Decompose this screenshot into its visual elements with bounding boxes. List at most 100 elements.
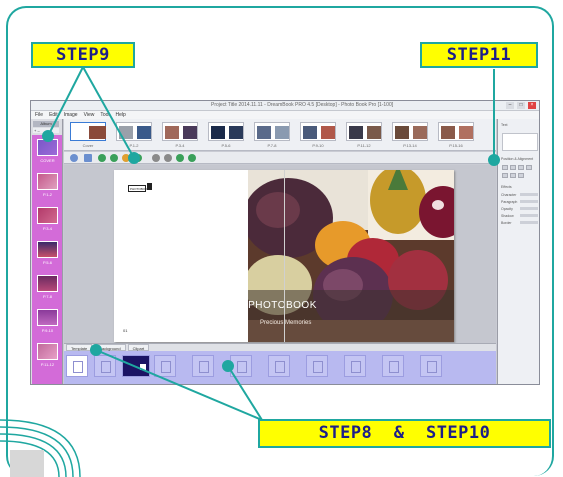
page-thumb-label: P.1-2 [42, 192, 53, 197]
cover-photo[interactable] [248, 170, 454, 342]
undo-icon[interactable] [70, 154, 78, 162]
align-bottom-button[interactable] [510, 173, 516, 178]
page-list-panel: Album + – COVER P.1-2 P.3-4 P.5-6 P.7-8 … [31, 119, 63, 384]
edit-toolbar [64, 152, 496, 164]
menu-bar: File Edit Image View Tool Help [31, 111, 539, 119]
tab-background[interactable]: Background [94, 344, 126, 351]
property-label: Opacity [501, 207, 513, 211]
prev-icon[interactable] [176, 154, 184, 162]
spread-thumb[interactable] [208, 122, 244, 141]
spread-thumb[interactable] [392, 122, 428, 141]
text-input-area[interactable] [502, 133, 538, 151]
panel-header: Text [501, 123, 508, 127]
spread-thumb-label: P.5-6 [221, 143, 231, 148]
menu-help[interactable]: Help [116, 111, 126, 119]
spread-thumb-label: P.15-16 [449, 143, 463, 148]
spread-thumb[interactable] [116, 122, 152, 141]
property-label: Border [501, 221, 512, 225]
add-image-icon[interactable] [98, 154, 106, 162]
next-icon[interactable] [188, 154, 196, 162]
property-slider[interactable] [520, 200, 538, 203]
template-thumb[interactable] [344, 355, 366, 377]
template-thumb[interactable] [306, 355, 328, 377]
page-thumb[interactable] [37, 207, 58, 224]
spread-thumb-label: P.13-14 [403, 143, 417, 148]
caption-overlay [248, 290, 454, 342]
title-bar: Project Title 2014.11.11 - DreamBook PRO… [31, 101, 539, 111]
tab-clipart[interactable]: Clipart [127, 344, 150, 351]
template-thumb[interactable] [122, 355, 150, 377]
corner-decoration [0, 419, 81, 477]
align-center-button[interactable] [510, 165, 516, 170]
zoom-icon[interactable] [152, 154, 160, 162]
section-position-label: Position & Alignment [501, 157, 534, 161]
page-thumb[interactable] [37, 275, 58, 292]
page-thumb[interactable] [37, 309, 58, 326]
page-thumb-label: P.9-10 [41, 328, 54, 333]
window-title: Project Title 2014.11.11 - DreamBook PRO… [211, 102, 394, 108]
resource-tabs: Template Background Clipart [64, 343, 496, 351]
editing-canvas[interactable]: PHOTOBOOK 01 MY PHOTOBOOK Precious Memor… [64, 165, 496, 343]
spread-thumb[interactable] [300, 122, 336, 141]
spread-thumb-label: P.1-2 [129, 143, 139, 148]
property-slider[interactable] [520, 207, 538, 210]
section-effects-label: Effects [501, 185, 512, 189]
page-thumb[interactable] [37, 241, 58, 258]
rotate-icon[interactable] [122, 154, 130, 162]
align-right-button[interactable] [518, 165, 524, 170]
album-tab[interactable]: Album [33, 121, 59, 127]
spread-thumb[interactable] [438, 122, 474, 141]
spread-thumb[interactable] [346, 122, 382, 141]
property-label: Paragraph [501, 200, 518, 204]
distribute-button[interactable] [518, 173, 524, 178]
menu-view[interactable]: View [84, 111, 95, 119]
layer-icon[interactable] [134, 154, 142, 162]
template-thumb[interactable] [268, 355, 290, 377]
template-strip [64, 351, 496, 384]
page-list-controls[interactable]: + – [33, 128, 59, 133]
page-thumb[interactable] [37, 173, 58, 190]
property-slider[interactable] [520, 221, 538, 224]
template-thumb[interactable] [420, 355, 442, 377]
menu-image[interactable]: Image [64, 111, 78, 119]
page-thumb[interactable] [37, 343, 58, 360]
property-slider[interactable] [520, 193, 538, 196]
align-top-button[interactable] [526, 165, 532, 170]
add-text-icon[interactable] [110, 154, 118, 162]
spread-thumb[interactable] [254, 122, 290, 141]
template-thumb[interactable] [94, 355, 116, 377]
spread-thumb-label: P.7-8 [267, 143, 277, 148]
spread-thumb[interactable] [70, 122, 106, 141]
spread-thumb-label: Cover [82, 143, 94, 148]
spread-thumbnail-strip: Cover P.1-2 P.3-4 P.5-6 P.7-8 P.9-10 P.1… [64, 119, 496, 151]
menu-tool[interactable]: Tool [100, 111, 109, 119]
spread-thumb-label: P.11-12 [357, 143, 371, 148]
maximize-button[interactable]: □ [517, 102, 525, 109]
app-window: Project Title 2014.11.11 - DreamBook PRO… [30, 100, 540, 385]
page-thumb-cover[interactable] [37, 139, 58, 156]
photobook-spread[interactable]: PHOTOBOOK 01 MY PHOTOBOOK Precious Memor… [114, 170, 454, 342]
photobook-subtitle[interactable]: Precious Memories [260, 320, 311, 326]
property-slider[interactable] [520, 214, 538, 217]
spread-thumb[interactable] [162, 122, 198, 141]
crop-icon[interactable] [164, 154, 172, 162]
menu-file[interactable]: File [35, 111, 43, 119]
minimize-button[interactable]: – [506, 102, 514, 109]
property-label: Character [501, 193, 517, 197]
save-icon[interactable] [84, 154, 92, 162]
align-left-button[interactable] [502, 165, 508, 170]
menu-edit[interactable]: Edit [49, 111, 58, 119]
template-thumb[interactable] [382, 355, 404, 377]
page-thumb-label: P.3-4 [42, 226, 53, 231]
page-thumbnail-strip: COVER P.1-2 P.3-4 P.5-6 P.7-8 P.9-10 P.1… [32, 135, 62, 384]
instruction-figure: Project Title 2014.11.11 - DreamBook PRO… [0, 0, 563, 477]
template-thumb[interactable] [66, 355, 88, 377]
photobook-title[interactable]: MY PHOTOBOOK [229, 300, 317, 311]
template-thumb[interactable] [154, 355, 176, 377]
close-button[interactable]: × [528, 102, 536, 109]
page-thumb-label: P.11-12 [40, 362, 55, 367]
template-thumb[interactable] [192, 355, 214, 377]
template-thumb[interactable] [230, 355, 252, 377]
align-middle-button[interactable] [502, 173, 508, 178]
tab-template[interactable]: Template [66, 344, 93, 351]
